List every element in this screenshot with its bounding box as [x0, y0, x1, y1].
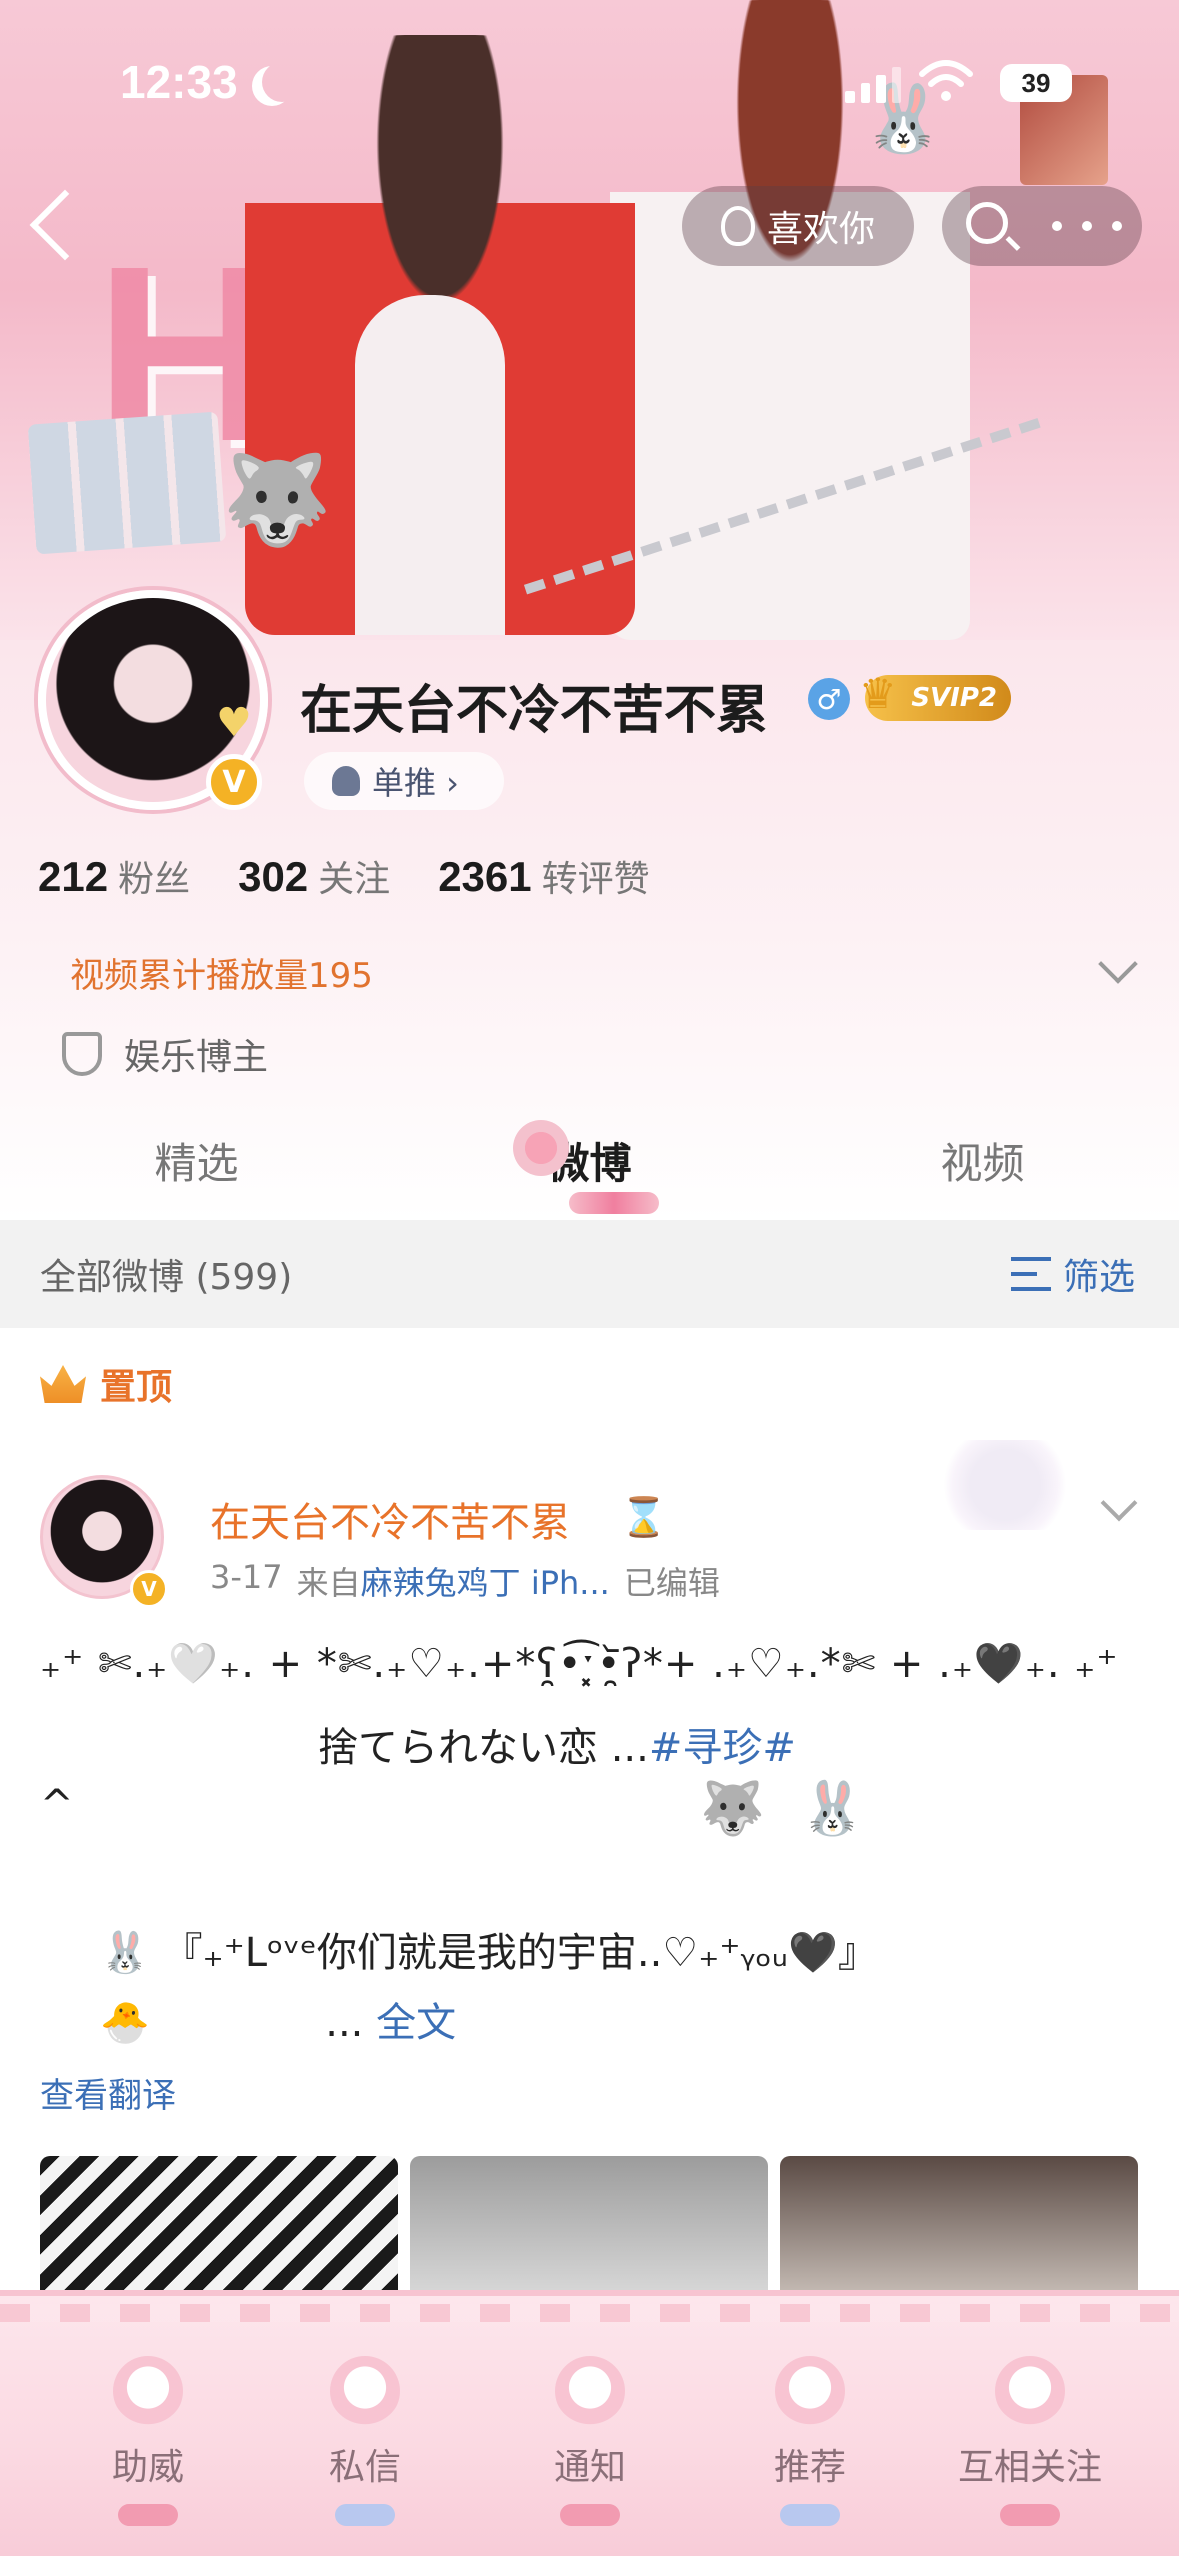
stat-interactions[interactable]: 2361 转评赞: [438, 850, 649, 902]
mutual-follow-button[interactable]: 互相关注: [930, 2356, 1130, 2536]
edited-label: 已编辑: [623, 1564, 720, 1602]
bow-icon: [560, 2504, 620, 2526]
signal-icon: [845, 65, 901, 103]
rabbit-icon: [720, 206, 755, 246]
single-push-label: 单推 ›: [372, 764, 459, 802]
rose-icon: [513, 1120, 569, 1176]
melody-icon: [113, 2356, 183, 2426]
profile-cover[interactable]: H Z 🐺 🐰 12:33 39 喜欢你: [0, 0, 1179, 640]
hashtag-link[interactable]: #寻珍#: [649, 1725, 796, 1771]
bottom-action-bar: 助威 私信 通知 推荐 互相关注: [0, 2290, 1179, 2556]
bow-icon: [569, 1192, 659, 1214]
like-button[interactable]: 喜欢你: [682, 186, 914, 266]
bear-sticker-icon: [930, 1440, 1080, 1530]
pinned-label: 置顶: [40, 1358, 172, 1410]
svip-label: SVIP2: [911, 683, 997, 713]
creator-category[interactable]: 娱乐博主: [62, 1028, 268, 1080]
bow-icon: [118, 2504, 178, 2526]
search-icon: [966, 202, 1008, 244]
profile-stats: 212 粉丝 302 关注 2361 转评赞: [38, 850, 650, 902]
chick-emoji-icon: 🐣: [100, 2000, 150, 2046]
post-source[interactable]: 麻辣兔鸡丁 iPh...: [361, 1564, 610, 1602]
read-more-link[interactable]: 全文: [376, 2000, 456, 2046]
more-button[interactable]: [1034, 186, 1142, 266]
post-images: [40, 2156, 1138, 2296]
tab-featured[interactable]: 精选: [0, 1100, 393, 1220]
crown-icon: [40, 1365, 86, 1403]
post-text-line: ^: [40, 1782, 74, 1828]
hourglass-icon: ⌛: [620, 1495, 668, 1539]
balloon-icon: [995, 2356, 1065, 2426]
person-icon: [332, 766, 360, 796]
video-play-count: 视频累计播放量195: [70, 956, 373, 996]
post-text-line: 捨てられない恋 ...#寻珍#: [318, 1725, 796, 1771]
search-button[interactable]: [942, 186, 1034, 266]
post-meta: 3-17 来自麻辣兔鸡丁 iPh... 已编辑: [210, 1558, 720, 1602]
translate-link[interactable]: 查看翻译: [40, 2068, 176, 2117]
verified-badge: V: [206, 754, 262, 810]
message-button[interactable]: 私信: [265, 2356, 465, 2536]
stat-followers[interactable]: 212 粉丝: [38, 850, 190, 902]
crown-icon: ♛: [859, 669, 897, 718]
photo-collage-sticker: [27, 411, 227, 555]
piano-icon: [775, 2356, 845, 2426]
globe-icon: [330, 2356, 400, 2426]
profile-nickname: 在天台不冷不苦不累: [300, 681, 769, 741]
post-date: 3-17: [210, 1558, 283, 1596]
wolf-emoji-icon: 🐺: [700, 1779, 765, 1839]
post-image[interactable]: [780, 2156, 1138, 2296]
post-text-line: 🐰 『₊⁺Lᵒᵛᵉ你们就是我的宇宙..♡₊⁺ᵧₒᵤ🖤』: [100, 1930, 878, 1976]
moon-icon: [262, 62, 302, 102]
cheer-button[interactable]: 助威: [48, 2356, 248, 2536]
post-verified-badge: V: [130, 1570, 168, 1608]
profile-tabs: 精选 微博 视频: [0, 1100, 1179, 1220]
status-time: 12:33: [120, 56, 238, 108]
wifi-icon: [919, 60, 973, 101]
all-posts-count: 全部微博 (599): [40, 1257, 293, 1298]
shield-icon: [62, 1032, 102, 1076]
more-dots-icon: [1052, 221, 1122, 231]
post-text-line: ₊⁺ ✄.₊🤍₊. + *✄.₊♡₊.+*ʕ̯•͡ˑ͓•̯᷅ʔ*+ .₊♡₊.*…: [40, 1641, 1119, 1687]
back-icon[interactable]: [29, 189, 101, 261]
filter-button[interactable]: 筛选: [1010, 1248, 1135, 1300]
category-label: 娱乐博主: [124, 1037, 269, 1078]
chevron-down-icon[interactable]: [1100, 1484, 1138, 1522]
filter-bar: 全部微博 (599) 筛选: [0, 1220, 1179, 1328]
tab-weibo[interactable]: 微博: [393, 1100, 786, 1220]
post-text-line: 🐣 ... 全文: [100, 2000, 457, 2046]
wolf-sticker-icon: 🐺: [222, 448, 332, 551]
single-push-tag[interactable]: 单推 ›: [304, 752, 504, 810]
bow-icon: [335, 2504, 395, 2526]
battery-indicator: 39: [1000, 64, 1072, 102]
stat-following[interactable]: 302 关注: [238, 850, 390, 902]
recommend-button[interactable]: 推荐: [710, 2356, 910, 2536]
bow-icon: [780, 2504, 840, 2526]
bunny-emoji-icon: 🐰: [800, 1779, 865, 1839]
male-gender-icon: ♂: [808, 678, 850, 720]
post-image[interactable]: [410, 2156, 768, 2296]
tab-video[interactable]: 视频: [786, 1100, 1179, 1220]
melody-icon: [555, 2356, 625, 2426]
notify-button[interactable]: 通知: [490, 2356, 690, 2536]
svip-badge[interactable]: ♛ SVIP2: [859, 669, 1011, 721]
post-image[interactable]: [40, 2156, 398, 2296]
bow-icon: [1000, 2504, 1060, 2526]
filter-icon: [1010, 1257, 1051, 1291]
post-author[interactable]: 在天台不冷不苦不累: [210, 1490, 570, 1548]
like-label: 喜欢你: [766, 209, 875, 250]
heart-icon: ♥: [216, 700, 252, 746]
